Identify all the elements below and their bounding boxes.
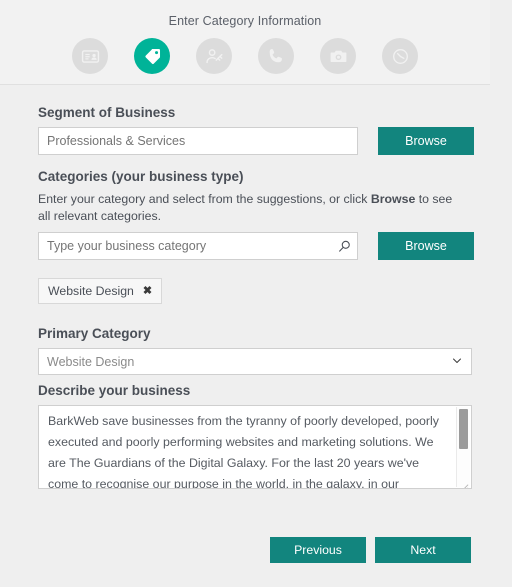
- textarea-scrollbar[interactable]: [456, 407, 470, 487]
- phone-icon: [267, 47, 285, 65]
- wizard-header: Enter Category Information: [0, 0, 490, 85]
- step-category[interactable]: [134, 38, 170, 74]
- next-button[interactable]: Next: [375, 537, 471, 563]
- category-search-input[interactable]: [38, 232, 358, 260]
- chip-label: Website Design: [48, 284, 134, 298]
- categories-label: Categories (your business type): [38, 169, 244, 184]
- describe-business-value: BarkWeb save businesses from the tyranny…: [48, 414, 439, 489]
- helper-browse-emphasis: Browse: [370, 192, 416, 206]
- describe-business-textarea[interactable]: BarkWeb save businesses from the tyranny…: [38, 405, 472, 489]
- categories-browse-button[interactable]: Browse: [378, 232, 474, 260]
- primary-category-label: Primary Category: [38, 326, 151, 341]
- category-chip-website-design[interactable]: Website Design ✖: [38, 278, 163, 304]
- chip-remove-icon[interactable]: ✖: [143, 285, 152, 297]
- previous-button[interactable]: Previous: [270, 537, 366, 563]
- step-hours[interactable]: [382, 38, 418, 74]
- step-people[interactable]: [196, 38, 232, 74]
- textarea-scroll-thumb[interactable]: [459, 409, 468, 449]
- categories-helper-text: Enter your category and select from the …: [38, 191, 458, 225]
- describe-business-label: Describe your business: [38, 383, 191, 398]
- primary-category-selected-value: Website Design: [47, 354, 135, 369]
- business-card-icon: [81, 47, 100, 66]
- search-icon[interactable]: [333, 233, 355, 259]
- step-photos[interactable]: [320, 38, 356, 74]
- camera-icon: [329, 47, 348, 66]
- person-search-icon: [205, 47, 224, 66]
- wizard-page: Enter Category Information Segment of Bu…: [0, 0, 490, 587]
- tag-icon: [143, 47, 162, 66]
- chevron-down-icon: [451, 354, 463, 369]
- page-title: Enter Category Information: [168, 14, 322, 28]
- primary-category-select[interactable]: Website Design: [38, 348, 472, 375]
- step-contact[interactable]: [258, 38, 294, 74]
- clock-icon: [391, 47, 410, 66]
- segment-of-business-input[interactable]: [38, 127, 358, 155]
- resize-handle-icon[interactable]: [460, 478, 469, 488]
- helper-prefix: Enter your category and select from the …: [38, 192, 371, 206]
- segment-of-business-label: Segment of Business: [38, 105, 176, 120]
- step-business-info[interactable]: [72, 38, 108, 74]
- segment-browse-button[interactable]: Browse: [378, 127, 474, 155]
- step-indicator: [0, 38, 490, 74]
- category-form: Segment of Business Browse Categories (y…: [0, 86, 490, 587]
